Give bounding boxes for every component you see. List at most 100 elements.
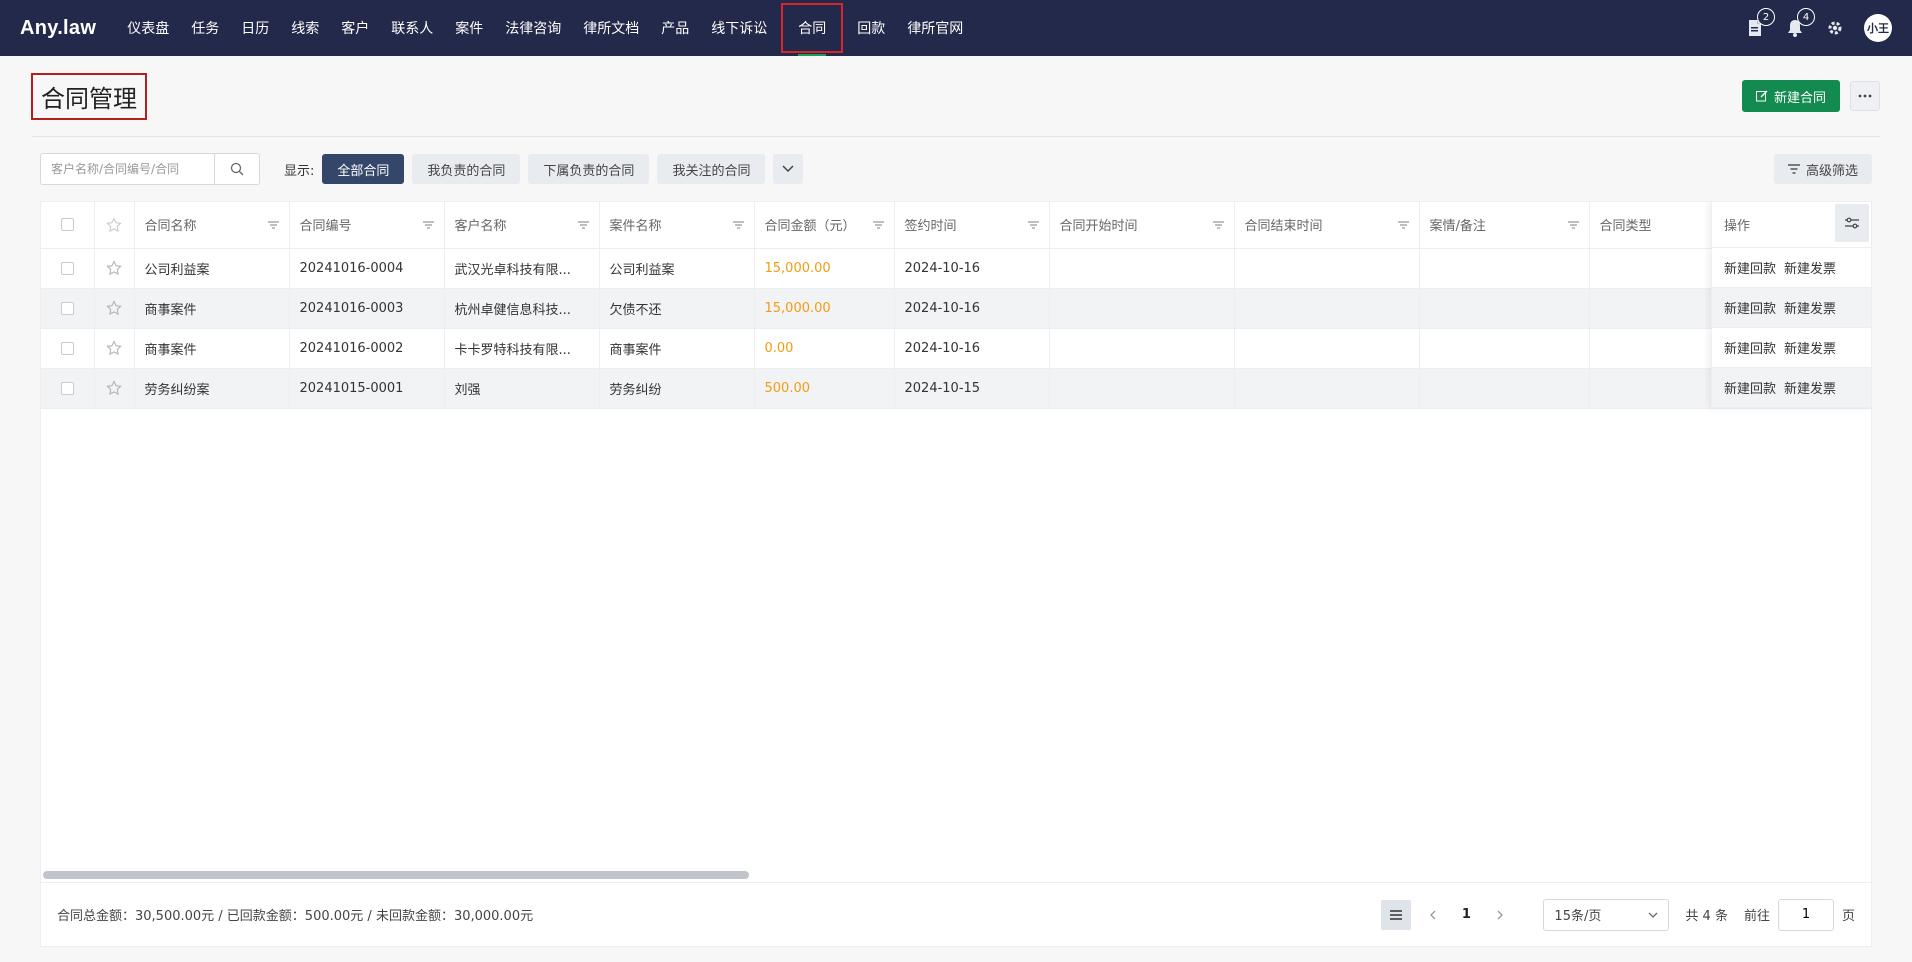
cell-sign-date: 2024-10-15	[894, 368, 1050, 409]
new-payment-link[interactable]: 新建回款	[1724, 298, 1776, 317]
star-icon[interactable]	[106, 216, 122, 233]
nav-tasks[interactable]: 任务	[180, 0, 230, 56]
table-row[interactable]: 公司利益案 20241016-0004 武汉光卓科技有限... 公司利益案 15…	[41, 248, 1871, 289]
cell-case-name[interactable]: 欠债不还	[599, 288, 755, 329]
column-label: 合同金额（元）	[764, 219, 856, 235]
search-input[interactable]	[41, 154, 214, 184]
new-contract-button[interactable]: 新建合同	[1741, 80, 1840, 112]
row-checkbox[interactable]	[60, 381, 74, 395]
column-label: 合同开始时间	[1059, 219, 1138, 235]
cell-notes	[1419, 328, 1590, 369]
nav-legal-consult[interactable]: 法律咨询	[494, 0, 572, 56]
star-icon[interactable]	[106, 300, 122, 316]
table-row[interactable]: 商事案件 20241016-0003 杭州卓健信息科技... 欠债不还 15,0…	[41, 288, 1871, 329]
cell-case-name[interactable]: 劳务纠纷	[599, 368, 755, 409]
nav-customers[interactable]: 客户	[330, 0, 380, 56]
cell-case-name[interactable]: 商事案件	[599, 328, 755, 369]
cell-client-name[interactable]: 卡卡罗特科技有限...	[444, 328, 600, 369]
nav-contracts[interactable]: 合同	[778, 0, 846, 56]
main-nav: 仪表盘 任务 日历 线索 客户 联系人 案件 法律咨询 律所文档 产品 线下诉讼…	[116, 0, 974, 56]
search-button[interactable]	[214, 154, 259, 184]
nav-contacts[interactable]: 联系人	[380, 0, 444, 56]
more-button[interactable]	[1850, 81, 1880, 111]
column-settings-button[interactable]	[1835, 204, 1869, 242]
cell-contract-name[interactable]: 公司利益案	[134, 248, 290, 289]
app-logo[interactable]: Any.law	[20, 17, 96, 40]
contracts-table: 合同名称 合同编号 客户名称 案件名称 合同金额（元） 签约时间 合同开始时间 …	[41, 202, 1871, 409]
nav-dashboard[interactable]: 仪表盘	[116, 0, 180, 56]
select-all-checkbox[interactable]	[60, 218, 74, 232]
filter-icon[interactable]	[1027, 221, 1039, 229]
filter-icon[interactable]	[1397, 221, 1409, 229]
scrollbar-thumb[interactable]	[43, 871, 749, 879]
next-page-button[interactable]	[1487, 900, 1513, 930]
cell-contract-name[interactable]: 商事案件	[134, 328, 290, 369]
star-icon[interactable]	[106, 340, 122, 356]
cell-contract-name[interactable]: 商事案件	[134, 288, 290, 329]
cell-notes	[1419, 368, 1590, 409]
new-invoice-link[interactable]: 新建发票	[1784, 298, 1836, 317]
new-invoice-link[interactable]: 新建发票	[1784, 378, 1836, 397]
notification-badge: 4	[1797, 8, 1815, 26]
bell-icon[interactable]: 4	[1784, 8, 1815, 39]
nav-products[interactable]: 产品	[650, 0, 700, 56]
nav-leads[interactable]: 线索	[280, 0, 330, 56]
nav-firm-docs[interactable]: 律所文档	[572, 0, 650, 56]
tab-subordinate-contracts[interactable]: 下属负责的合同	[528, 154, 650, 184]
tab-followed-contracts[interactable]: 我关注的合同	[657, 154, 766, 184]
cell-client-name[interactable]: 武汉光卓科技有限...	[444, 248, 600, 289]
page-number[interactable]: 1	[1453, 907, 1479, 922]
table-row[interactable]: 商事案件 20241016-0002 卡卡罗特科技有限... 商事案件 0.00…	[41, 328, 1871, 369]
filter-icon[interactable]	[872, 221, 884, 229]
user-avatar[interactable]: 小王	[1864, 14, 1892, 42]
filter-icon[interactable]	[267, 221, 279, 229]
table-row[interactable]: 劳务纠纷案 20241015-0001 刘强 劳务纠纷 500.00 2024-…	[41, 368, 1871, 409]
list-view-button[interactable]	[1381, 899, 1412, 930]
sliders-icon	[1845, 217, 1859, 229]
new-payment-link[interactable]: 新建回款	[1724, 338, 1776, 357]
new-payment-link[interactable]: 新建回款	[1724, 258, 1776, 277]
horizontal-scrollbar[interactable]	[41, 868, 1871, 880]
star-icon[interactable]	[106, 260, 122, 276]
cell-start-date	[1049, 288, 1235, 329]
new-invoice-link[interactable]: 新建发票	[1784, 338, 1836, 357]
cell-start-date	[1049, 248, 1235, 289]
star-icon[interactable]	[106, 380, 122, 396]
nav-offline-litigation[interactable]: 线下诉讼	[700, 0, 778, 56]
cell-amount: 15,000.00	[754, 248, 895, 289]
more-filters-dropdown[interactable]	[773, 154, 804, 184]
goto-page-input[interactable]	[1777, 898, 1834, 931]
show-label: 显示:	[284, 163, 315, 179]
filter-icon[interactable]	[577, 221, 589, 229]
tab-my-contracts[interactable]: 我负责的合同	[412, 154, 521, 184]
page-size-select[interactable]: 15条/页	[1543, 898, 1670, 931]
row-checkbox[interactable]	[60, 261, 74, 275]
cell-contract-name[interactable]: 劳务纠纷案	[134, 368, 290, 409]
row-checkbox[interactable]	[60, 341, 74, 355]
column-label: 合同类型	[1599, 219, 1652, 235]
nav-cases[interactable]: 案件	[444, 0, 494, 56]
filter-icon[interactable]	[1567, 221, 1579, 229]
cell-client-name[interactable]: 刘强	[444, 368, 600, 409]
prev-page-button[interactable]	[1419, 900, 1445, 930]
cell-client-name[interactable]: 杭州卓健信息科技...	[444, 288, 600, 329]
nav-firm-website[interactable]: 律所官网	[896, 0, 974, 56]
cell-amount: 0.00	[754, 328, 895, 369]
tab-all-contracts[interactable]: 全部合同	[322, 154, 405, 184]
nav-payments[interactable]: 回款	[846, 0, 896, 56]
advanced-filter-button[interactable]: 高级筛选	[1773, 154, 1872, 184]
new-payment-link[interactable]: 新建回款	[1724, 378, 1776, 397]
document-icon[interactable]: 2	[1744, 8, 1775, 39]
gear-icon[interactable]	[1824, 17, 1846, 39]
column-label: 签约时间	[904, 219, 957, 235]
filter-icon[interactable]	[422, 221, 434, 229]
column-notes: 案情/备注	[1419, 202, 1590, 249]
nav-calendar[interactable]: 日历	[230, 0, 280, 56]
filter-icon[interactable]	[732, 221, 744, 229]
new-invoice-link[interactable]: 新建发票	[1784, 258, 1836, 277]
top-navbar: Any.law 仪表盘 任务 日历 线索 客户 联系人 案件 法律咨询 律所文档…	[0, 0, 1912, 56]
filter-icon[interactable]	[1212, 221, 1224, 229]
row-checkbox[interactable]	[60, 301, 74, 315]
cell-case-name[interactable]: 公司利益案	[599, 248, 755, 289]
cell-notes	[1419, 248, 1590, 289]
